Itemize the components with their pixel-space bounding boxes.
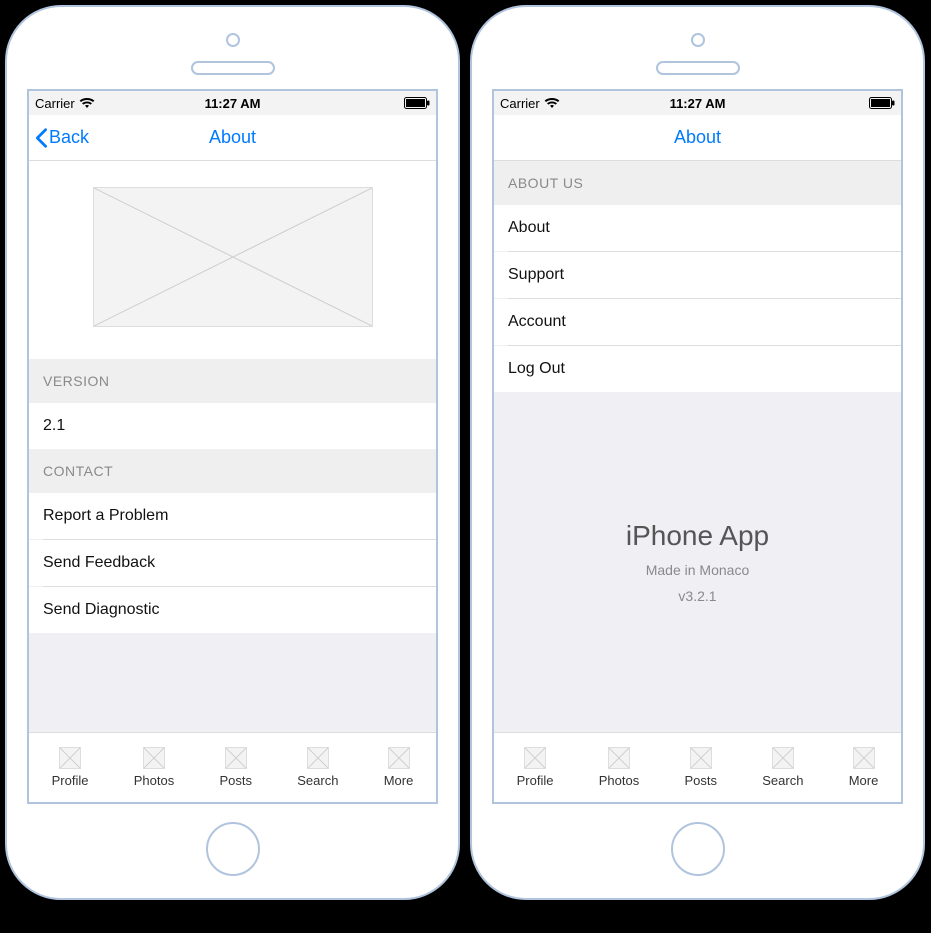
home-button[interactable] (206, 822, 260, 876)
battery-icon (404, 97, 430, 109)
content-left: VERSION 2.1 CONTACT Report a Problem Sen… (29, 161, 436, 732)
tab-label: Posts (684, 773, 717, 788)
tab-label: More (384, 773, 414, 788)
tab-photos[interactable]: Photos (134, 747, 174, 788)
tab-icon-placeholder (853, 747, 875, 769)
phone-mockup-right: Carrier 11:27 AM About ABOUT US About Su… (470, 5, 925, 900)
tab-posts[interactable]: Posts (684, 747, 717, 788)
nav-title: About (494, 127, 901, 148)
battery-icon (869, 97, 895, 109)
tab-posts[interactable]: Posts (219, 747, 252, 788)
tab-icon-placeholder (690, 747, 712, 769)
content-spacer (29, 633, 436, 732)
wifi-icon (544, 97, 560, 109)
footer-version: v3.2.1 (678, 588, 716, 604)
tab-label: Profile (517, 773, 554, 788)
version-cell: 2.1 (29, 403, 436, 449)
tab-label: Photos (599, 773, 639, 788)
home-button[interactable] (671, 822, 725, 876)
tab-icon-placeholder (608, 747, 630, 769)
camera-dot (226, 33, 240, 47)
tab-icon-placeholder (225, 747, 247, 769)
tab-icon-placeholder (388, 747, 410, 769)
tab-label: Search (297, 773, 338, 788)
nav-bar: Back About (29, 115, 436, 161)
section-header-about-us: ABOUT US (494, 161, 901, 205)
content-right: ABOUT US About Support Account Log Out i… (494, 161, 901, 732)
tab-label: Posts (219, 773, 252, 788)
tab-profile[interactable]: Profile (517, 747, 554, 788)
section-header-contact: CONTACT (29, 449, 436, 493)
tab-label: Search (762, 773, 803, 788)
back-button[interactable]: Back (29, 127, 89, 149)
back-label: Back (49, 127, 89, 148)
nav-title: About (29, 127, 436, 148)
tab-label: More (849, 773, 879, 788)
tab-icon-placeholder (143, 747, 165, 769)
footer-info: iPhone App Made in Monaco v3.2.1 (494, 392, 901, 732)
hero-area (29, 161, 436, 359)
contact-item-report-problem[interactable]: Report a Problem (29, 493, 436, 539)
phone-mockup-left: Carrier 11:27 AM Back About (5, 5, 460, 900)
tab-bar: Profile Photos Posts Search More (29, 732, 436, 802)
about-item-support[interactable]: Support (494, 252, 901, 298)
wifi-icon (79, 97, 95, 109)
footer-subtitle: Made in Monaco (646, 562, 750, 578)
image-placeholder (93, 187, 373, 327)
screen-left: Carrier 11:27 AM Back About (27, 89, 438, 804)
clock-label: 11:27 AM (167, 96, 299, 111)
tab-icon-placeholder (772, 747, 794, 769)
about-item-about[interactable]: About (494, 205, 901, 251)
tab-search[interactable]: Search (762, 747, 803, 788)
tab-icon-placeholder (307, 747, 329, 769)
clock-label: 11:27 AM (632, 96, 764, 111)
tab-label: Photos (134, 773, 174, 788)
status-bar: Carrier 11:27 AM (494, 91, 901, 115)
about-item-logout[interactable]: Log Out (494, 346, 901, 392)
carrier-label: Carrier (35, 96, 75, 111)
contact-item-send-feedback[interactable]: Send Feedback (29, 540, 436, 586)
camera-dot (691, 33, 705, 47)
section-header-version: VERSION (29, 359, 436, 403)
tab-search[interactable]: Search (297, 747, 338, 788)
phone-top-hardware (27, 23, 438, 89)
tab-label: Profile (52, 773, 89, 788)
speaker-slot (191, 61, 275, 75)
tab-photos[interactable]: Photos (599, 747, 639, 788)
tab-more[interactable]: More (384, 747, 414, 788)
phone-top-hardware (492, 23, 903, 89)
speaker-slot (656, 61, 740, 75)
tab-icon-placeholder (59, 747, 81, 769)
footer-app-title: iPhone App (626, 520, 769, 552)
tab-profile[interactable]: Profile (52, 747, 89, 788)
nav-bar: About (494, 115, 901, 161)
carrier-label: Carrier (500, 96, 540, 111)
screen-right: Carrier 11:27 AM About ABOUT US About Su… (492, 89, 903, 804)
tab-more[interactable]: More (849, 747, 879, 788)
status-bar: Carrier 11:27 AM (29, 91, 436, 115)
chevron-left-icon (33, 127, 49, 149)
contact-item-send-diagnostic[interactable]: Send Diagnostic (29, 587, 436, 633)
tab-icon-placeholder (524, 747, 546, 769)
about-item-account[interactable]: Account (494, 299, 901, 345)
tab-bar: Profile Photos Posts Search More (494, 732, 901, 802)
